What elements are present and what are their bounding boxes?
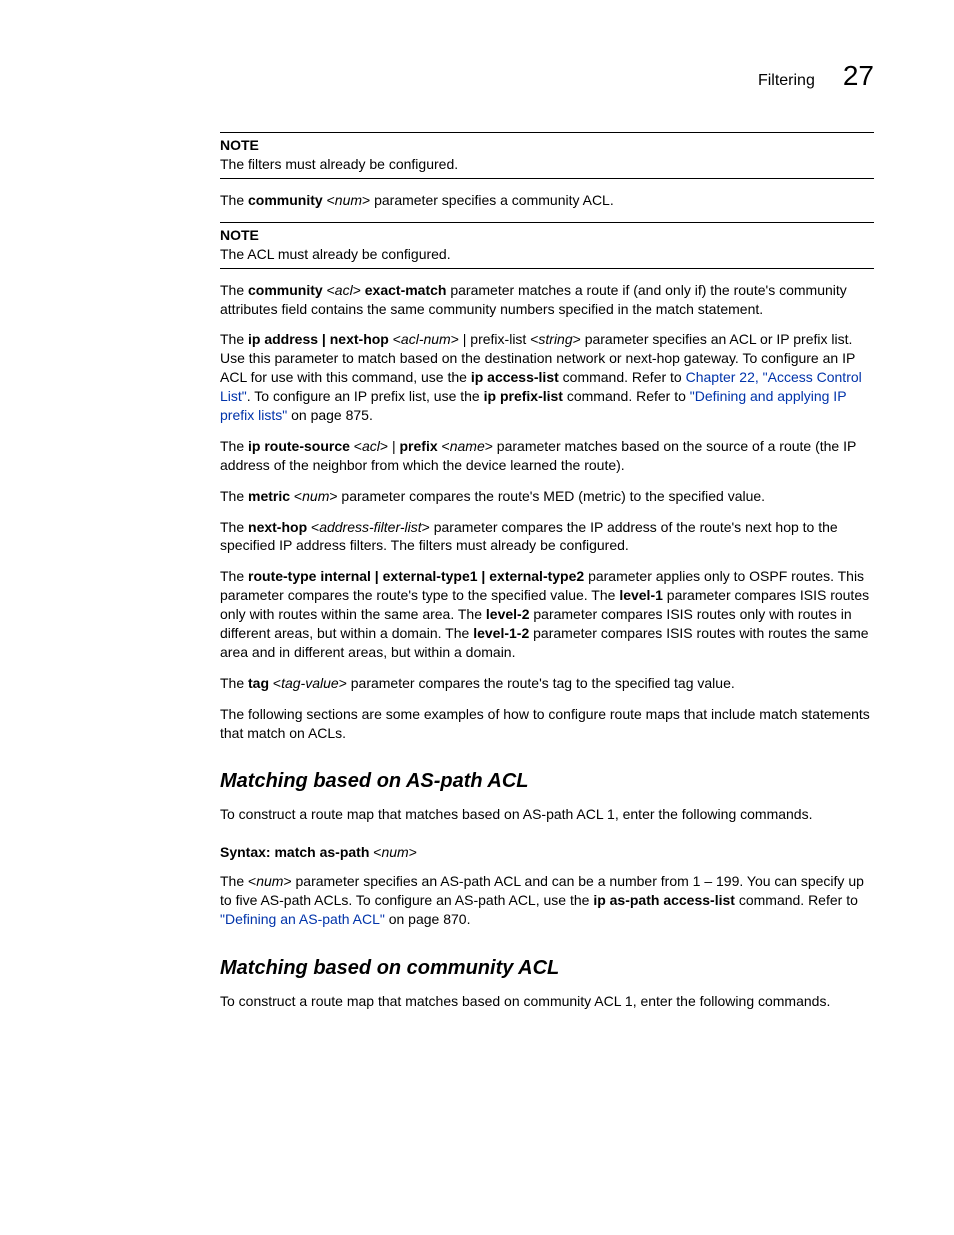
header-title: Filtering [758,72,815,90]
chapter-number: 27 [843,60,874,92]
heading-community-acl: Matching based on community ACL [220,957,874,980]
rule [220,132,874,133]
paragraph-community-num: The community <num> parameter specifies … [220,191,874,210]
link-defining-as-path-acl[interactable]: "Defining an AS-path ACL" [220,911,385,927]
syntax-line: Syntax: match as-path <num> [220,844,874,860]
paragraph-sect2-intro: To construct a route map that matches ba… [220,992,874,1011]
rule [220,178,874,179]
note-label: NOTE [220,137,874,153]
paragraph-community-acl: The community <acl> exact-match paramete… [220,281,874,319]
rule [220,222,874,223]
page-header: Filtering 27 [220,60,874,92]
paragraph-sect1-body: The <num> parameter specifies an AS-path… [220,872,874,929]
paragraph-metric: The metric <num> parameter compares the … [220,487,874,506]
paragraph-tag: The tag <tag-value> parameter compares t… [220,674,874,693]
paragraph-ip-address: The ip address | next-hop <acl-num> | pr… [220,330,874,424]
paragraph-following: The following sections are some examples… [220,705,874,743]
rule [220,268,874,269]
note-body: The ACL must already be configured. [220,245,874,264]
note-label: NOTE [220,227,874,243]
paragraph-route-source: The ip route-source <acl> | prefix <name… [220,437,874,475]
paragraph-next-hop: The next-hop <address-filter-list> param… [220,518,874,556]
page: Filtering 27 NOTE The filters must alrea… [0,0,954,1103]
note-body: The filters must already be configured. [220,155,874,174]
paragraph-route-type: The route-type internal | external-type1… [220,567,874,661]
heading-as-path-acl: Matching based on AS-path ACL [220,770,874,793]
paragraph-sect1-intro: To construct a route map that matches ba… [220,805,874,824]
